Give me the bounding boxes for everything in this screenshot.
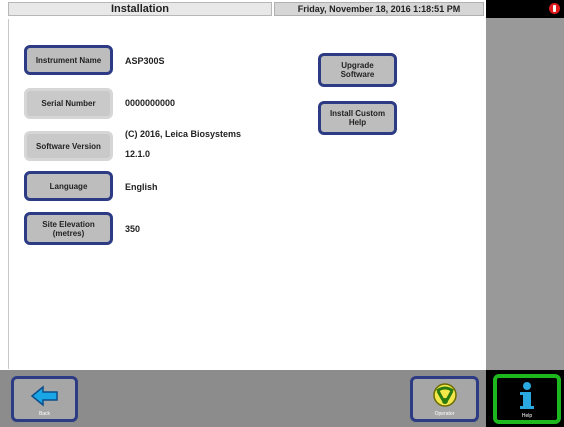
upgrade-software-button[interactable]: Upgrade Software [318, 53, 397, 87]
operator-icon [433, 383, 457, 407]
serial-number-value: 0000000000 [125, 98, 176, 108]
back-label: Back [38, 411, 51, 417]
back-button[interactable]: Back [11, 376, 78, 422]
back-arrow-icon [30, 385, 58, 407]
title-bar: Installation Friday, November 18, 2016 1… [0, 0, 564, 18]
instrument-name-button[interactable]: Instrument Name [24, 45, 113, 75]
side-panel [486, 18, 564, 370]
language-button[interactable]: Language [24, 171, 113, 201]
software-version-copyright: (C) 2016, Leica Biosystems [125, 129, 242, 139]
site-elevation-label: Site Elevation [42, 219, 95, 229]
software-version-label: Software Version [36, 141, 101, 151]
site-elevation-value: 350 [125, 224, 141, 234]
installation-panel: Instrument Name ASP300S Serial Number 00… [8, 19, 486, 369]
site-elevation-button[interactable]: Site Elevation (metres) [24, 212, 113, 245]
install-custom-help-label: Install Custom [329, 109, 386, 118]
software-version-label-box: Software Version [24, 131, 113, 161]
site-elevation-unit: (metres) [52, 228, 85, 238]
serial-number-label: Serial Number [41, 99, 96, 108]
install-custom-help-button[interactable]: Install Custom Help [318, 101, 397, 135]
instrument-name-label: Instrument Name [35, 55, 102, 65]
screen-title: Installation [8, 2, 272, 16]
bottom-bar [0, 370, 564, 427]
instrument-name-value: ASP300S [125, 56, 165, 66]
serial-number-label-box: Serial Number [24, 88, 113, 119]
install-custom-help-label-2: Help [348, 118, 367, 127]
language-label: Language [49, 181, 88, 191]
software-version-number: 12.1.0 [125, 149, 151, 159]
upgrade-software-label: Upgrade [341, 61, 374, 70]
help-button[interactable]: Help [493, 374, 561, 424]
language-value: English [125, 182, 158, 192]
status-area [486, 0, 564, 18]
upgrade-software-label-2: Software [340, 70, 375, 79]
help-label: Help [521, 413, 533, 419]
operator-button[interactable]: Operator [410, 376, 479, 422]
info-icon [520, 382, 534, 409]
alert-icon[interactable] [549, 3, 560, 14]
operator-label: Operator [434, 411, 455, 417]
date-time: Friday, November 18, 2016 1:18:51 PM [274, 2, 484, 16]
